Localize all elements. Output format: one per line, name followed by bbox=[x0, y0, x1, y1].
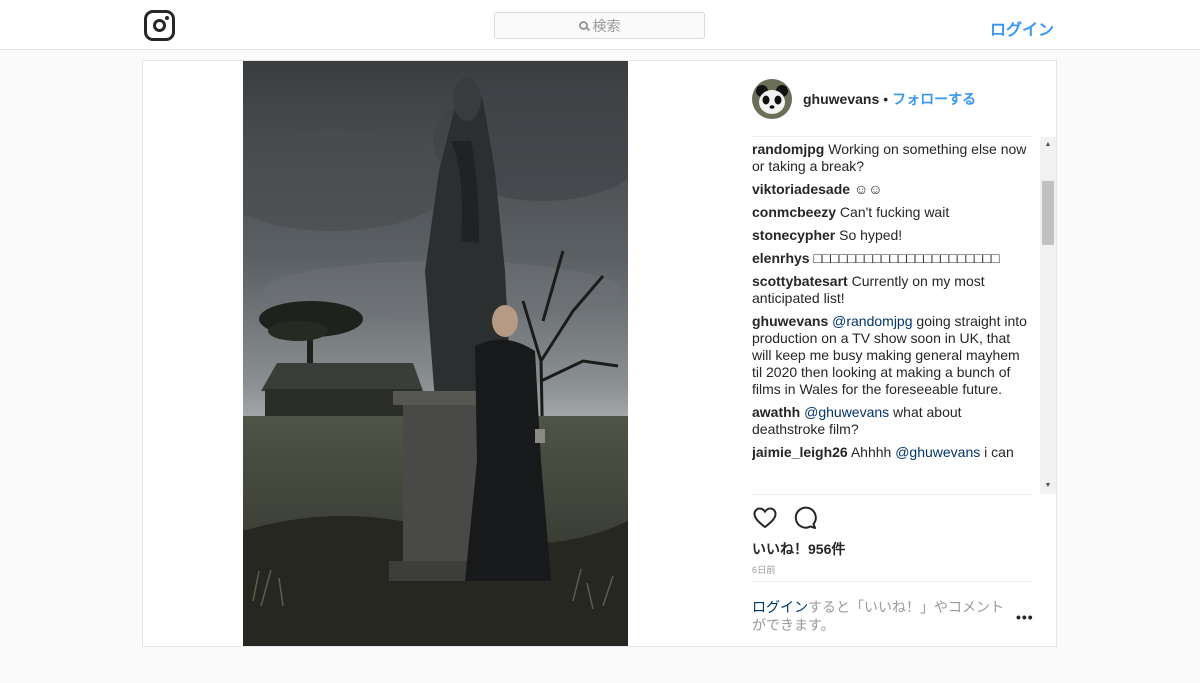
scroll-up-arrow-icon[interactable]: ▲ bbox=[1040, 137, 1056, 153]
actions-divider bbox=[752, 494, 1032, 495]
comment-bubble-icon bbox=[794, 506, 817, 529]
comment-item: ghuwevans @randomjpg going straight into… bbox=[752, 313, 1032, 398]
likes-count[interactable]: いいね！956件 bbox=[752, 539, 845, 559]
comment-author[interactable]: randomjpg bbox=[752, 141, 824, 157]
login-link[interactable]: ログイン bbox=[990, 16, 1054, 40]
comment-mention[interactable]: @randomjpg bbox=[832, 313, 912, 329]
search-input[interactable]: 検索 bbox=[494, 12, 705, 39]
comment-item: elenrhys □□□□□□□□□□□□□□□□□□□□□□ bbox=[752, 250, 1032, 267]
comment-mention[interactable]: @ghuwevans bbox=[804, 404, 889, 420]
post-sidebar: ghuwevans • フォローする randomjpg Working on … bbox=[737, 61, 1057, 646]
comment-item: randomjpg Working on something else now … bbox=[752, 141, 1032, 175]
search-icon bbox=[578, 21, 588, 30]
post-photo[interactable] bbox=[243, 61, 628, 646]
login-prompt: ログインすると「いいね！」やコメントができます。 bbox=[752, 598, 1012, 634]
comment-text: i can bbox=[980, 444, 1014, 460]
post-card: ghuwevans • フォローする randomjpg Working on … bbox=[142, 60, 1057, 647]
scroll-down-arrow-icon[interactable]: ▼ bbox=[1040, 478, 1056, 494]
comment-item: viktoriadesade ☺☺ bbox=[752, 181, 1032, 198]
post-timestamp[interactable]: 6日前 bbox=[752, 563, 776, 576]
comment-author[interactable]: elenrhys bbox=[752, 250, 810, 266]
comment-author[interactable]: viktoriadesade bbox=[752, 181, 850, 197]
comment-author[interactable]: awathh bbox=[752, 404, 800, 420]
more-options-icon[interactable]: ••• bbox=[1016, 609, 1034, 625]
comment-text: □□□□□□□□□□□□□□□□□□□□□□ bbox=[809, 250, 1000, 266]
comments-scrollbar[interactable]: ▲ ▼ bbox=[1040, 137, 1056, 494]
panda-avatar-icon bbox=[752, 79, 792, 119]
comment-author[interactable]: conmcbeezy bbox=[752, 204, 836, 220]
comment-author[interactable]: stonecypher bbox=[752, 227, 835, 243]
search-placeholder: 検索 bbox=[592, 17, 621, 34]
header-divider bbox=[752, 136, 1032, 137]
post-username[interactable]: ghuwevans bbox=[803, 91, 879, 107]
comment-text: Can't fucking wait bbox=[836, 204, 950, 220]
comment-item: scottybatesart Currently on my most anti… bbox=[752, 273, 1032, 307]
post-actions bbox=[752, 505, 818, 531]
logo-dot bbox=[165, 16, 169, 20]
comment-item: stonecypher So hyped! bbox=[752, 227, 1032, 244]
heart-icon bbox=[753, 507, 777, 529]
comment-author[interactable]: scottybatesart bbox=[752, 273, 848, 289]
post-photo-image bbox=[243, 61, 628, 646]
avatar[interactable] bbox=[752, 79, 792, 119]
follow-button[interactable]: フォローする bbox=[892, 89, 976, 109]
comment-item: conmcbeezy Can't fucking wait bbox=[752, 204, 1032, 221]
top-navigation-bar: 検索 ログイン bbox=[0, 0, 1200, 50]
post-header: ghuwevans • フォローする bbox=[752, 79, 976, 119]
comment-author[interactable]: jaimie_leigh26 bbox=[752, 444, 848, 460]
comment-text: ☺☺ bbox=[850, 181, 883, 197]
comment-item: awathh @ghuwevans what about deathstroke… bbox=[752, 404, 1032, 438]
comment-button[interactable] bbox=[792, 505, 818, 531]
scrollbar-thumb[interactable] bbox=[1042, 181, 1054, 245]
footer-divider bbox=[752, 581, 1032, 582]
comment-text: So hyped! bbox=[835, 227, 903, 243]
logo-lens bbox=[153, 19, 166, 32]
comment-mention[interactable]: @ghuwevans bbox=[895, 444, 980, 460]
comments-list[interactable]: randomjpg Working on something else now … bbox=[752, 141, 1032, 493]
login-prompt-link[interactable]: ログイン bbox=[752, 599, 808, 615]
like-button[interactable] bbox=[752, 505, 778, 531]
instagram-logo-icon[interactable] bbox=[144, 10, 175, 41]
comment-item: jaimie_leigh26 Ahhhh @ghuwevans i can bbox=[752, 444, 1032, 461]
separator-bullet: • bbox=[883, 91, 889, 107]
comment-text: Ahhhh bbox=[847, 444, 896, 460]
comment-author[interactable]: ghuwevans bbox=[752, 313, 828, 329]
